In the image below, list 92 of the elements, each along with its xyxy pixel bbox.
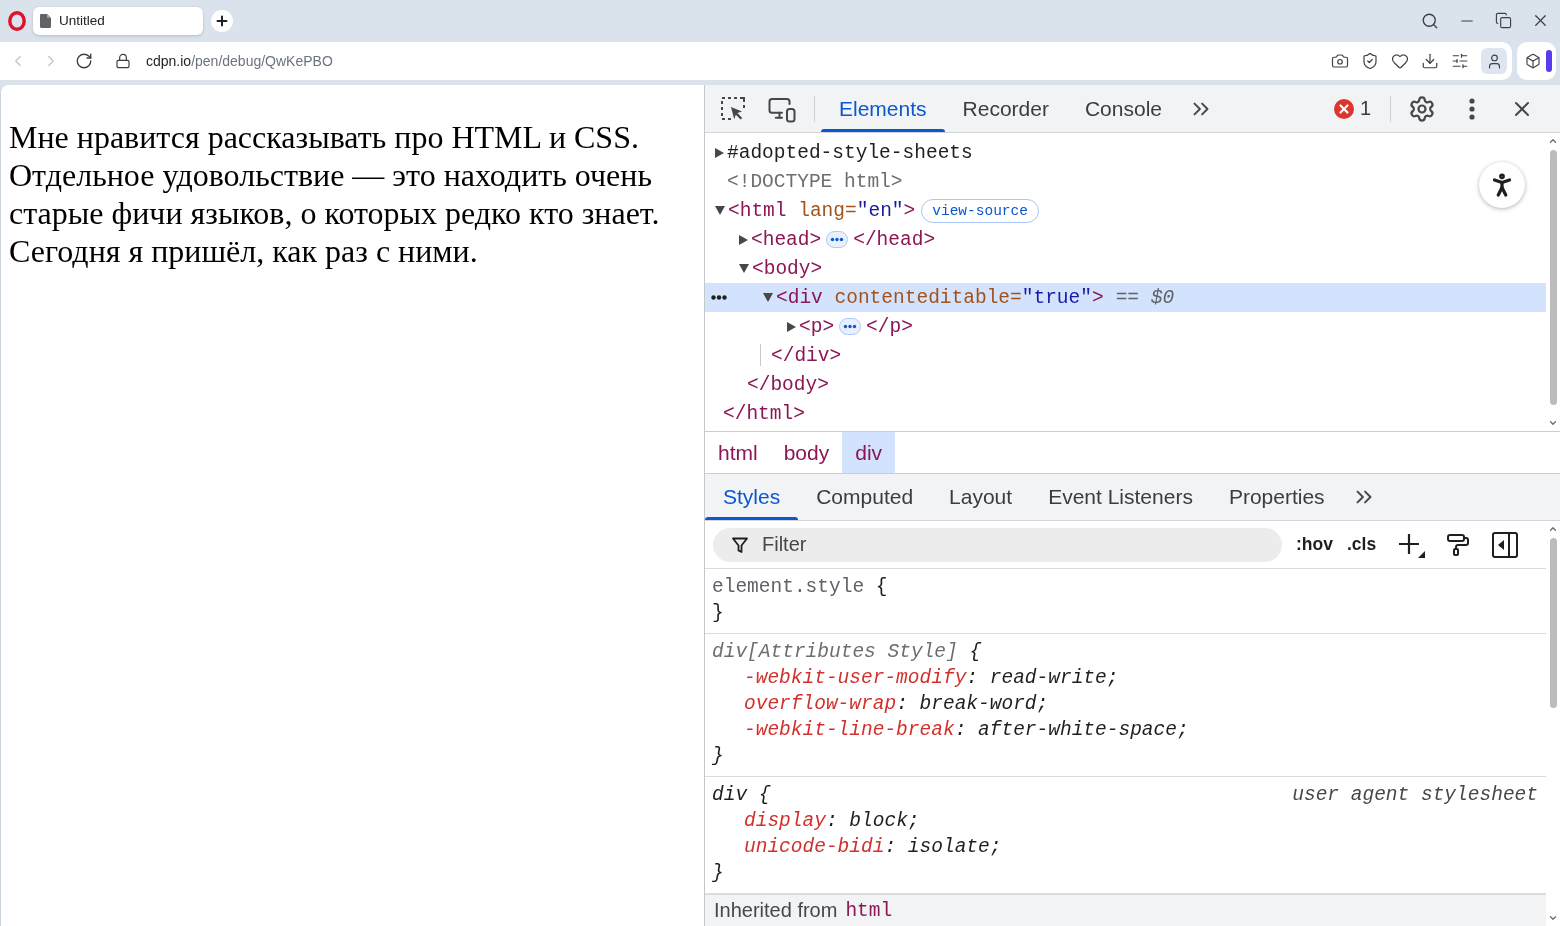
sidebar-tab[interactable]: Event Listeners xyxy=(1030,474,1211,520)
disclosure-triangle-icon[interactable] xyxy=(739,234,748,245)
lock-icon[interactable] xyxy=(115,53,131,69)
inherited-label: Inherited from xyxy=(714,899,838,922)
element-tag: <p> xyxy=(799,315,835,338)
disclosure-triangle-icon[interactable] xyxy=(715,147,724,158)
rule-selector: div { xyxy=(712,783,771,808)
css-declaration: -webkit-user-modify: read-write; xyxy=(743,666,1120,691)
node-reference: == $0 xyxy=(1115,286,1175,309)
closing-tag: </div> xyxy=(771,344,842,367)
disclosure-triangle-icon[interactable] xyxy=(787,321,796,332)
error-icon[interactable] xyxy=(1333,98,1354,119)
filter-field[interactable]: Filter xyxy=(713,527,1282,562)
scroll-up-icon[interactable] xyxy=(1548,136,1558,146)
horizontal-dots-icon[interactable] xyxy=(711,295,727,300)
search-icon[interactable] xyxy=(1421,11,1439,30)
heart-icon[interactable] xyxy=(1391,52,1409,70)
dom-tree-row[interactable]: <body> xyxy=(705,254,1546,283)
dom-tree-row[interactable]: <!DOCTYPE html> xyxy=(705,167,1546,196)
closing-brace: } xyxy=(712,744,724,769)
disclosure-triangle-icon[interactable] xyxy=(763,293,773,302)
breadcrumb[interactable]: body xyxy=(770,432,843,473)
sidebar-handle[interactable] xyxy=(1546,50,1552,72)
panel-tab[interactable]: Elements xyxy=(821,85,945,132)
dom-tree-row[interactable]: #adopted-style-sheets xyxy=(705,138,1546,167)
dom-tree-row[interactable]: <head> </head> xyxy=(705,225,1546,254)
element-link[interactable]: html xyxy=(845,899,893,922)
element-tag: <div contenteditable="true"> xyxy=(776,286,1104,309)
closing-brace: } xyxy=(712,601,724,626)
cube-icon[interactable] xyxy=(1525,53,1541,69)
ellipsis-icon[interactable] xyxy=(826,231,849,248)
browser-tab[interactable]: Untitled xyxy=(33,6,203,35)
view-source-badge[interactable]: view-source xyxy=(921,198,1039,223)
settings-icon[interactable] xyxy=(1408,94,1436,123)
ellipsis-icon[interactable] xyxy=(839,318,862,335)
css-declaration: display: block; xyxy=(743,809,921,834)
rule-source: user agent stylesheet xyxy=(1292,783,1538,808)
sidebar-tab[interactable]: Properties xyxy=(1210,474,1343,520)
element-tag: <body> xyxy=(752,257,823,280)
panel-tab[interactable]: Console xyxy=(1066,85,1180,132)
browser-logo-icon[interactable] xyxy=(8,10,26,31)
shield-check-icon[interactable] xyxy=(1361,52,1379,70)
rule-selector: div[Attributes Style] { xyxy=(712,640,982,665)
style-toggle-button[interactable]: :hov xyxy=(1296,534,1333,555)
scroll-up-icon[interactable] xyxy=(1548,524,1558,534)
url-text[interactable]: cdpn.io/pen/debug/QwKePBO xyxy=(146,53,333,69)
closing-tag: </p> xyxy=(866,315,913,338)
shadow-root-label: #adopted-style-sheets xyxy=(727,141,973,164)
rule-selector: element.style { xyxy=(712,575,888,600)
dom-tree-row[interactable]: <p> </p> xyxy=(705,312,1546,341)
scrollbar-thumb[interactable] xyxy=(1549,150,1557,405)
style-toggle-button[interactable]: .cls xyxy=(1346,534,1377,555)
plus-icon[interactable] xyxy=(1397,531,1426,558)
panel-tab[interactable]: Recorder xyxy=(944,85,1067,132)
disclosure-triangle-icon[interactable] xyxy=(715,206,725,215)
closing-tag: </body> xyxy=(747,373,829,396)
filter-icon xyxy=(732,536,748,554)
reload-icon[interactable] xyxy=(75,52,93,70)
sidebar-panel-icon[interactable] xyxy=(1492,531,1519,558)
doctype-text: <!DOCTYPE html> xyxy=(727,170,903,193)
element-tag: <html lang="en"> xyxy=(728,199,916,222)
css-declaration: -webkit-line-break: after-white-space; xyxy=(743,718,1190,743)
css-declaration: unicode-bidi: isolate; xyxy=(743,835,1003,860)
paint-roller-icon[interactable] xyxy=(1446,532,1471,557)
scroll-down-icon[interactable] xyxy=(1548,418,1558,428)
closing-tag: </html> xyxy=(723,402,805,425)
closing-tag: </head> xyxy=(853,228,936,251)
closing-brace: } xyxy=(712,861,724,886)
breadcrumb[interactable]: div xyxy=(842,432,896,473)
camera-icon[interactable] xyxy=(1331,52,1349,70)
disclosure-triangle-icon[interactable] xyxy=(739,264,749,273)
scrollbar-thumb[interactable] xyxy=(1549,538,1557,708)
download-icon[interactable] xyxy=(1421,52,1439,70)
element-tag: <head> xyxy=(751,228,822,251)
new-tab-plus-icon[interactable] xyxy=(211,9,233,32)
vertical-dots-icon[interactable] xyxy=(1469,97,1475,120)
breadcrumb[interactable]: html xyxy=(705,432,771,473)
sidebar-tab[interactable]: Styles xyxy=(705,474,799,520)
dom-tree-row[interactable]: <html lang="en"> view-source xyxy=(705,196,1546,225)
css-declaration: overflow-wrap: break-word; xyxy=(743,692,1050,717)
accessibility-icon[interactable] xyxy=(1479,162,1525,208)
select-cursor-icon[interactable] xyxy=(719,94,747,123)
document-icon xyxy=(40,13,51,28)
sidebar-tab[interactable]: Computed xyxy=(798,474,932,520)
dom-tree-row[interactable]: <div contenteditable="true"> == $0 xyxy=(705,283,1546,312)
page-paragraph: Мне нравится рассказывать про HTML и CSS. Отдельное удовольствие — это находить очень старые фичи языков, о которых редко кто знает. Сегодня я пришёл, как раз с ними. xyxy=(9,118,661,270)
sidebar-tab[interactable]: Layout xyxy=(931,474,1031,520)
scroll-down-icon[interactable] xyxy=(1548,913,1558,923)
user-icon[interactable] xyxy=(1481,48,1507,74)
restore-icon[interactable] xyxy=(1495,12,1512,29)
error-count[interactable]: 1 xyxy=(1359,97,1371,120)
sliders-icon[interactable] xyxy=(1451,52,1469,70)
